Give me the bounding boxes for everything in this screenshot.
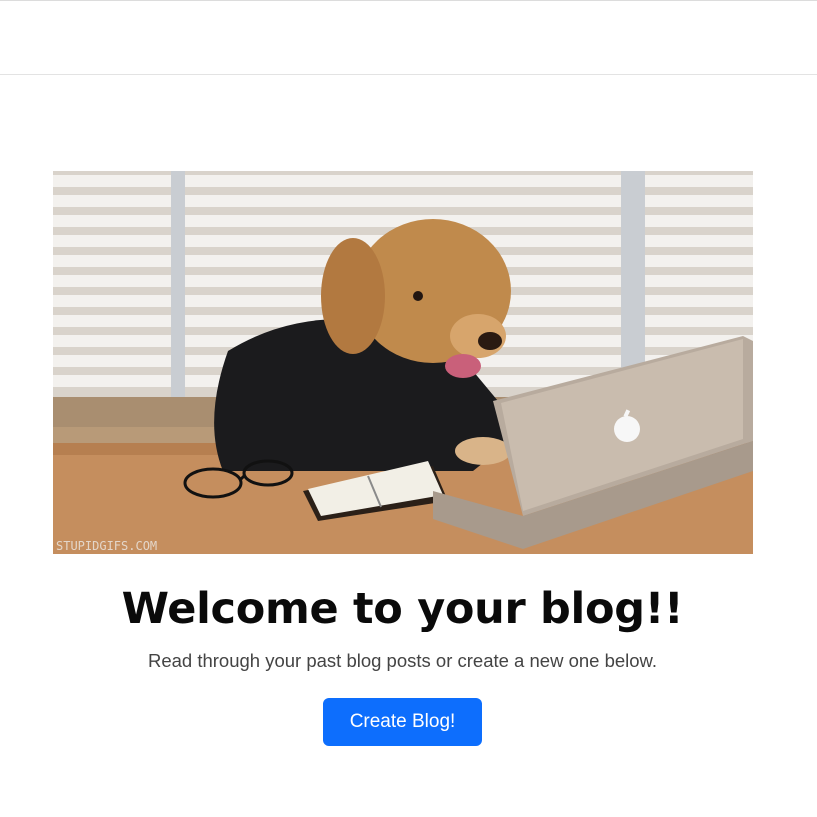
page-title: Welcome to your blog!! (121, 584, 684, 634)
create-blog-button[interactable]: Create Blog! (323, 698, 482, 746)
navbar (0, 1, 817, 75)
page-subtitle: Read through your past blog posts or cre… (147, 650, 658, 671)
hero-image-dog-typing-on-laptop: STUPIDGIFS.COM (53, 171, 753, 554)
image-watermark: STUPIDGIFS.COM (56, 539, 157, 553)
